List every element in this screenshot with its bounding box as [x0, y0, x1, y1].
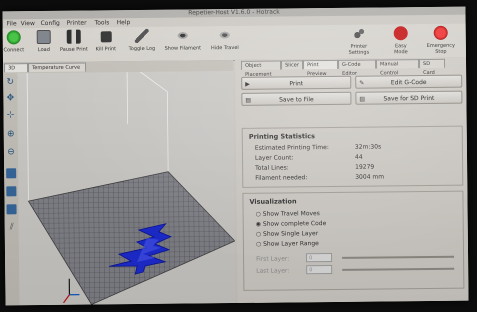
- eye-icon: [175, 28, 190, 43]
- tab-temperature-curve[interactable]: Temperature Curve: [28, 62, 87, 73]
- stat-label: Filament needed:: [255, 174, 308, 182]
- print-bed-grid: [27, 171, 236, 306]
- pause-print-label: Pause Print: [59, 46, 88, 53]
- kill-print-label: Kill Print: [95, 46, 117, 53]
- show-filament-button[interactable]: Show Filament: [163, 28, 203, 52]
- statistics-title: Printing Statistics: [248, 132, 315, 141]
- gears-icon: [351, 26, 366, 41]
- emergency-stop-button[interactable]: Emergency Stop: [421, 25, 461, 55]
- pause-print-button[interactable]: Pause Print: [59, 29, 88, 53]
- easy-mode-label: Easy Mode: [394, 43, 408, 56]
- option-label: Show complete Code: [262, 220, 327, 228]
- panel-tabs: Object Placement Slicer Print Preview G-…: [235, 58, 466, 78]
- show-single-layer-option[interactable]: ○ Show Single Layer: [256, 230, 318, 238]
- print-label: Print: [289, 80, 304, 88]
- visualization-group: Visualization ○ Show Travel Moves ◉ Show…: [242, 190, 465, 291]
- load-button[interactable]: Load: [33, 29, 55, 54]
- parallel-projection-icon[interactable]: ⫽: [7, 222, 17, 232]
- radio-icon: ○: [255, 230, 262, 238]
- hide-travel-button[interactable]: Hide Travel: [209, 28, 241, 51]
- side-view-icon[interactable]: [6, 204, 17, 215]
- power-icon: [6, 30, 21, 45]
- save-to-file-button[interactable]: ▤ Save to File: [241, 91, 352, 106]
- option-label: Show Travel Moves: [262, 210, 320, 218]
- radio-checked-icon: ◉: [255, 220, 262, 228]
- pause-icon: [66, 29, 81, 44]
- easy-mode-button[interactable]: Easy Mode: [388, 26, 414, 55]
- monitor-screen: Repetier-Host V1.6.0 - Hotrack File View…: [2, 6, 469, 306]
- rotate-icon[interactable]: ↻: [5, 77, 15, 87]
- emergency-icon: [433, 25, 448, 40]
- show-complete-code-option[interactable]: ◉ Show complete Code: [256, 220, 327, 228]
- save-sd-button[interactable]: ▤ Save for SD Print: [355, 90, 463, 105]
- stat-value: 19279: [355, 163, 375, 171]
- move-icon[interactable]: ✥: [5, 93, 15, 103]
- stop-icon: [100, 31, 112, 43]
- tab-gcode-editor[interactable]: G-Code Editor: [337, 59, 377, 77]
- last-layer-field[interactable]: 0: [306, 264, 333, 275]
- scene-svg: [26, 71, 236, 306]
- tab-object-placement[interactable]: Object Placement: [241, 60, 282, 78]
- stop-sign-icon: [393, 26, 408, 41]
- show-filament-label: Show Filament: [164, 45, 202, 52]
- save-sd-label: Save for SD Print: [383, 94, 435, 103]
- printer-settings-label: Printer Settings: [348, 43, 370, 56]
- show-travel-moves-option[interactable]: ○ Show Travel Moves: [256, 210, 320, 218]
- first-layer-label: First Layer:: [256, 255, 290, 263]
- hide-eye-icon: [217, 28, 232, 43]
- load-label: Load: [37, 46, 50, 54]
- stat-value: 32m:30s: [354, 143, 382, 151]
- menu-tools[interactable]: Tools: [95, 18, 110, 27]
- zoom-icon[interactable]: ⊕: [6, 129, 16, 139]
- option-label: Show Single Layer: [262, 230, 319, 238]
- last-layer-slider[interactable]: [342, 267, 455, 271]
- move-object-icon[interactable]: ⊹: [6, 110, 16, 120]
- folder-icon: [36, 29, 51, 45]
- kill-print-button[interactable]: Kill Print: [93, 29, 119, 52]
- printer-settings-button[interactable]: Printer Settings: [341, 26, 377, 56]
- print-button[interactable]: ▶ Print: [241, 75, 352, 90]
- edit-gcode-label: Edit G-Code: [390, 78, 427, 87]
- 3d-viewport[interactable]: [17, 71, 236, 306]
- save-to-file-label: Save to File: [279, 96, 314, 104]
- zoom-out-icon[interactable]: ⊖: [6, 147, 16, 157]
- hide-travel-label: Hide Travel: [210, 44, 239, 52]
- front-view-icon[interactable]: [6, 168, 17, 179]
- top-view-icon[interactable]: [6, 186, 17, 197]
- tab-print-preview[interactable]: Print Preview: [303, 59, 339, 77]
- last-layer-label: Last Layer:: [256, 267, 290, 275]
- print-preview-panel: Object Placement Slicer Print Preview G-…: [234, 57, 469, 303]
- first-layer-slider[interactable]: [342, 255, 455, 259]
- menu-file[interactable]: File: [7, 19, 17, 28]
- connect-button[interactable]: Connect: [3, 30, 25, 53]
- menu-view[interactable]: View: [21, 19, 35, 28]
- pencil-icon: [134, 28, 149, 44]
- stat-label: Estimated Printing Time:: [254, 144, 329, 152]
- toggle-log-button[interactable]: Toggle Log: [127, 28, 157, 53]
- emergency-stop-label: Emergency Stop: [426, 42, 455, 55]
- axes-indicator: [63, 278, 80, 304]
- tab-manual-control[interactable]: Manual Control: [375, 59, 420, 76]
- menu-config[interactable]: Config: [41, 19, 60, 28]
- connect-label: Connect: [3, 47, 25, 54]
- edit-gcode-button[interactable]: ✎ Edit G-Code: [355, 74, 463, 89]
- radio-icon: ○: [255, 240, 262, 248]
- stat-label: Layer Count:: [254, 154, 294, 162]
- menu-help[interactable]: Help: [117, 18, 131, 27]
- first-layer-field[interactable]: 0: [306, 252, 333, 263]
- tab-sd-card[interactable]: SD Card: [418, 58, 446, 76]
- stat-label: Total Lines:: [255, 164, 289, 172]
- photo-background: Repetier-Host V1.6.0 - Hotrack File View…: [0, 0, 477, 312]
- menu-printer[interactable]: Printer: [67, 19, 87, 28]
- radio-icon: ○: [255, 210, 261, 218]
- stat-value: 44: [354, 153, 363, 161]
- printing-statistics-group: Printing Statistics Estimated Printing T…: [241, 125, 464, 188]
- stat-value: 3004 mm: [355, 173, 385, 181]
- toggle-log-label: Toggle Log: [128, 45, 156, 53]
- visualization-title: Visualization: [249, 197, 297, 206]
- option-label: Show Layer Range: [263, 240, 319, 248]
- show-layer-range-option[interactable]: ○ Show Layer Range: [256, 240, 319, 248]
- tab-3d-view[interactable]: 3D View: [4, 63, 29, 80]
- tab-slicer[interactable]: Slicer: [281, 60, 304, 70]
